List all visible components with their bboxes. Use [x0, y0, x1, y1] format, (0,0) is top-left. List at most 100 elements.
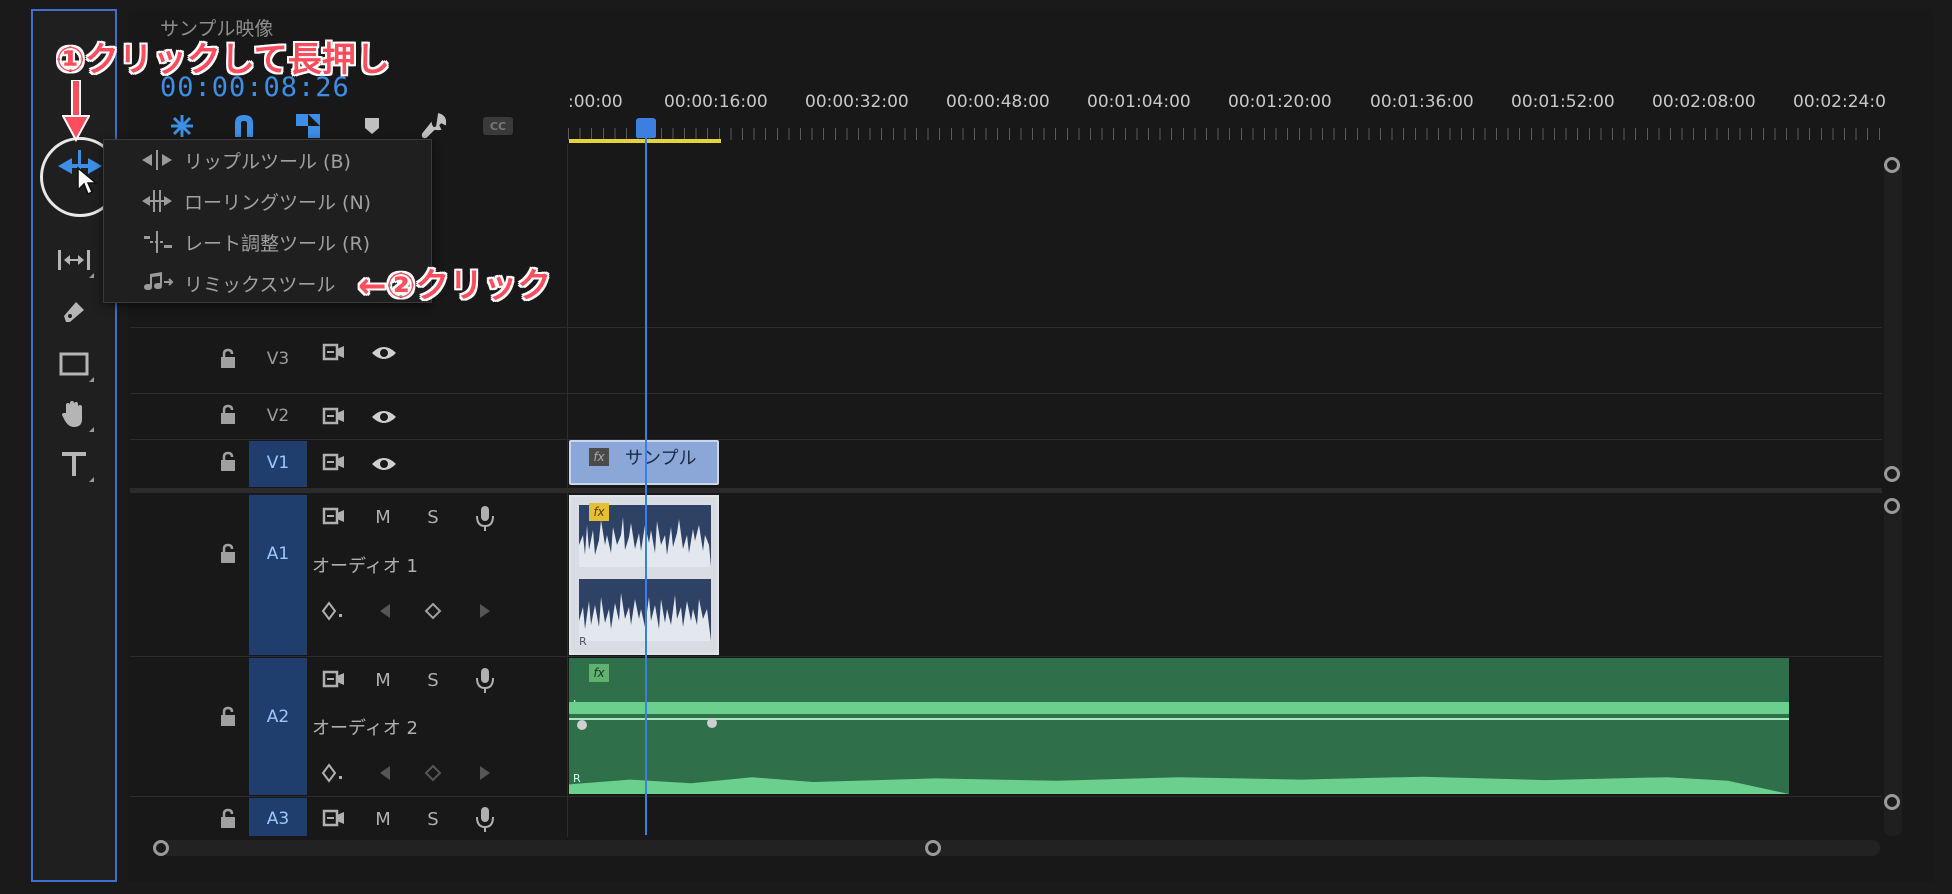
remix-icon — [134, 270, 180, 296]
captions-icon: CC — [483, 117, 513, 135]
track-name-a1[interactable]: オーディオ 1 — [312, 552, 418, 578]
track-divider — [130, 393, 1882, 394]
pen-tool-button[interactable] — [52, 294, 96, 330]
track-label-a3[interactable]: A3 — [255, 809, 301, 829]
video-vertical-scrollbar[interactable] — [1884, 160, 1902, 480]
solo-button[interactable]: S — [420, 806, 446, 832]
track-label-v1[interactable]: V1 — [255, 453, 301, 473]
captions-button[interactable]: CC — [480, 110, 516, 142]
add-keyframe-icon[interactable] — [424, 602, 442, 620]
solo-button[interactable]: S — [420, 504, 446, 530]
sync-lock-icon[interactable] — [322, 808, 346, 828]
mute-button[interactable]: M — [370, 806, 396, 832]
mute-button[interactable]: M — [370, 504, 396, 530]
add-keyframe-icon[interactable] — [424, 764, 442, 782]
microphone-icon[interactable] — [474, 805, 496, 833]
vscroll-bottom-handle[interactable] — [1884, 498, 1900, 514]
audio-clip-a1[interactable]: fx R — [569, 495, 719, 655]
vscroll-top-handle[interactable] — [1884, 466, 1900, 482]
keyframe-marker[interactable] — [575, 718, 589, 732]
track-label-a2[interactable]: A2 — [255, 707, 301, 727]
svg-text:CC: CC — [490, 120, 506, 133]
video-clip[interactable]: fx サンプル — [569, 440, 719, 485]
sync-lock-icon[interactable] — [322, 669, 346, 689]
lock-icon[interactable] — [218, 451, 240, 473]
fx-badge: fx — [589, 448, 609, 466]
menu-item-ripple-tool[interactable]: リップルツール (B) — [104, 140, 431, 180]
microphone-icon[interactable] — [474, 504, 496, 532]
vscroll-bottom-handle[interactable] — [1884, 794, 1900, 810]
next-keyframe-icon[interactable] — [478, 764, 492, 782]
eye-icon[interactable] — [370, 344, 398, 362]
playhead-handle[interactable] — [636, 118, 656, 138]
pen-tool-icon — [64, 302, 84, 322]
rectangle-tool-icon — [59, 352, 89, 376]
video-audio-divider — [130, 488, 1882, 493]
nest-toggle-button[interactable] — [164, 110, 200, 142]
ruler-label: :00:00 — [568, 92, 623, 112]
time-ruler[interactable]: :00:00 00:00:16:00 00:00:32:00 00:00:48:… — [568, 84, 1888, 144]
microphone-icon[interactable] — [474, 666, 496, 694]
menu-item-rate-stretch-tool[interactable]: レート調整ツール (R) — [104, 222, 431, 262]
keyframe-marker[interactable] — [705, 716, 719, 730]
menu-item-rolling-tool[interactable]: ローリングツール (N) — [104, 181, 431, 221]
type-tool-button[interactable] — [52, 446, 96, 482]
previous-keyframe-icon[interactable] — [378, 764, 392, 782]
track-divider — [130, 796, 1882, 797]
audio-clip-a2[interactable]: fx L R — [569, 658, 1789, 794]
annotation-step1: ①クリックして長押し — [56, 40, 390, 80]
ruler-label: 00:01:36:00 — [1370, 92, 1474, 112]
volume-rubberband[interactable] — [569, 718, 1789, 720]
previous-keyframe-icon[interactable] — [378, 602, 392, 620]
track-name-a2[interactable]: オーディオ 2 — [312, 714, 418, 740]
horizontal-scrollbar[interactable] — [160, 840, 1880, 856]
rectangle-tool-button[interactable] — [52, 346, 96, 382]
linked-selection-icon — [296, 114, 320, 138]
add-marker-button[interactable] — [354, 110, 390, 142]
track-divider — [130, 656, 1882, 657]
annotation-arrow-down-icon — [62, 80, 90, 142]
keyframe-toggle-icon[interactable] — [320, 600, 346, 622]
hand-tool-button[interactable] — [52, 396, 96, 432]
eye-icon[interactable] — [370, 408, 398, 426]
track-header-divider — [567, 144, 568, 837]
lock-icon[interactable] — [218, 543, 240, 565]
keyframe-toggle-icon[interactable] — [320, 762, 346, 784]
lock-icon[interactable] — [218, 348, 240, 370]
rolling-edit-icon — [134, 189, 180, 213]
solo-button[interactable]: S — [420, 667, 446, 693]
track-label-v3[interactable]: V3 — [255, 349, 301, 369]
fx-badge: fx — [589, 664, 609, 682]
sync-lock-icon[interactable] — [322, 406, 346, 426]
linked-selection-button[interactable] — [290, 110, 326, 142]
sync-lock-icon[interactable] — [322, 452, 346, 472]
slip-tool-button[interactable] — [52, 242, 96, 278]
rate-stretch-icon — [134, 230, 180, 254]
track-label-a1[interactable]: A1 — [255, 544, 301, 564]
ruler-ticks — [568, 128, 1888, 140]
waveform-left — [569, 702, 1789, 714]
lock-icon[interactable] — [218, 706, 240, 728]
type-tool-icon — [62, 452, 86, 476]
ruler-label: 00:02:24:0 — [1793, 92, 1886, 112]
marker-icon — [365, 118, 379, 134]
track-divider — [130, 327, 1882, 328]
snap-button[interactable] — [226, 110, 262, 142]
sync-lock-icon[interactable] — [322, 506, 346, 526]
mute-button[interactable]: M — [370, 667, 396, 693]
hscroll-right-handle[interactable] — [925, 840, 941, 856]
audio-vertical-scrollbar[interactable] — [1884, 502, 1902, 836]
menu-item-label: レート調整ツール (R) — [184, 232, 371, 255]
eye-icon[interactable] — [370, 455, 398, 473]
hscroll-left-handle[interactable] — [153, 840, 169, 856]
vscroll-top-handle[interactable] — [1884, 157, 1900, 173]
timeline-settings-button[interactable] — [416, 110, 452, 142]
lock-icon[interactable] — [218, 404, 240, 426]
lock-icon[interactable] — [218, 808, 240, 830]
sync-lock-icon[interactable] — [322, 342, 346, 362]
mouse-cursor-icon — [77, 166, 98, 196]
clip-name: サンプル — [625, 448, 697, 469]
track-label-v2[interactable]: V2 — [255, 406, 301, 426]
ruler-label: 00:00:48:00 — [946, 92, 1050, 112]
next-keyframe-icon[interactable] — [478, 602, 492, 620]
